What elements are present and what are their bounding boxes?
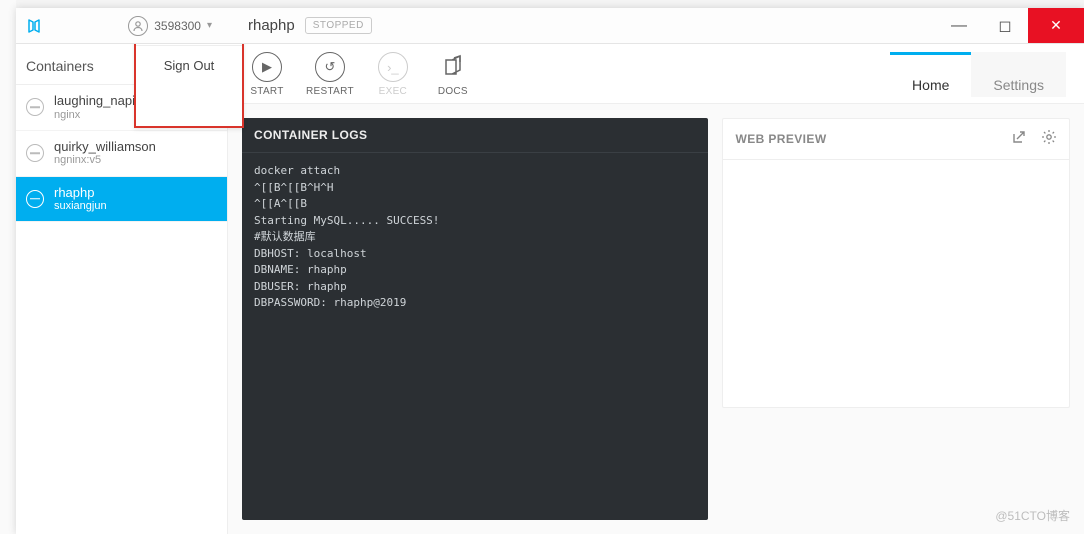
logs-panel: CONTAINER LOGS docker attach ^[[B^[[B^H^… <box>242 118 708 520</box>
sidebar: Sign Out Containers laughing_napier ngin… <box>16 44 228 534</box>
container-item-quirky-williamson[interactable]: quirky_williamson ngninx:v5 <box>16 131 227 177</box>
status-stopped-icon <box>26 98 44 116</box>
titlebar-left: 3598300 ▾ <box>16 8 228 43</box>
restart-label: RESTART <box>306 86 354 97</box>
app-window: 3598300 ▾ rhaphp STOPPED — ◻ ✕ Sign Out … <box>16 8 1084 534</box>
window-controls: — ◻ ✕ <box>936 8 1084 43</box>
web-preview-panel: WEB PREVIEW <box>722 118 1070 408</box>
container-item-rhaphp[interactable]: rhaphp suxiangjun <box>16 177 227 223</box>
user-icon <box>128 16 148 36</box>
chevron-down-icon: ▾ <box>207 20 212 31</box>
status-badge: STOPPED <box>305 17 372 34</box>
exec-button: ›_ EXEC <box>372 52 414 97</box>
container-name: quirky_williamson <box>54 139 156 155</box>
container-name: laughing_napier <box>54 93 147 109</box>
titlebar: 3598300 ▾ rhaphp STOPPED — ◻ ✕ <box>16 8 1084 44</box>
status-stopped-icon <box>26 190 44 208</box>
close-button[interactable]: ✕ <box>1028 8 1084 43</box>
account-menu[interactable]: 3598300 ▾ <box>120 12 220 40</box>
app-body: Sign Out Containers laughing_napier ngin… <box>16 44 1084 534</box>
exec-label: EXEC <box>379 86 407 97</box>
gear-icon[interactable] <box>1041 129 1057 149</box>
preview-header: WEB PREVIEW <box>723 119 1069 160</box>
signout-item[interactable]: Sign Out <box>136 46 242 85</box>
account-dropdown: Sign Out <box>134 44 244 128</box>
titlebar-mid: rhaphp STOPPED <box>228 8 936 43</box>
minimize-button[interactable]: — <box>936 8 982 43</box>
content-area: CONTAINER LOGS docker attach ^[[B^[[B^H^… <box>228 104 1084 534</box>
app-logo-icon <box>26 16 46 36</box>
docs-button[interactable]: DOCS <box>432 52 474 97</box>
logs-title: CONTAINER LOGS <box>242 118 708 153</box>
main-area: ▶ START ↺ RESTART ›_ EXEC DOCS <box>228 44 1084 534</box>
maximize-icon: ◻ <box>998 16 1011 36</box>
start-label: START <box>250 86 283 97</box>
container-list: laughing_napier nginx quirky_williamson … <box>16 85 227 534</box>
tab-settings[interactable]: Settings <box>971 52 1066 97</box>
restart-button[interactable]: ↺ RESTART <box>306 52 354 97</box>
minimize-icon: — <box>951 17 967 35</box>
tab-bar: Home Settings <box>890 52 1066 97</box>
restart-icon: ↺ <box>315 52 345 82</box>
logs-output[interactable]: docker attach ^[[B^[[B^H^H ^[[A^[[B Star… <box>242 153 708 520</box>
account-id: 3598300 <box>154 19 201 33</box>
watermark: @51CTO博客 <box>995 507 1070 524</box>
terminal-icon: ›_ <box>378 52 408 82</box>
container-title: rhaphp <box>248 17 295 34</box>
background-remnant <box>0 0 16 534</box>
toolbar: ▶ START ↺ RESTART ›_ EXEC DOCS <box>228 44 1084 104</box>
tab-home[interactable]: Home <box>890 52 971 97</box>
play-icon: ▶ <box>252 52 282 82</box>
open-external-icon[interactable] <box>1011 129 1027 149</box>
container-sub: suxiangjun <box>54 200 107 213</box>
preview-title: WEB PREVIEW <box>735 132 826 146</box>
container-sub: nginx <box>54 109 147 122</box>
status-stopped-icon <box>26 144 44 162</box>
external-link-icon <box>438 52 468 82</box>
container-name: rhaphp <box>54 185 107 201</box>
container-sub: ngninx:v5 <box>54 154 156 167</box>
start-button[interactable]: ▶ START <box>246 52 288 97</box>
close-icon: ✕ <box>1050 17 1062 34</box>
maximize-button[interactable]: ◻ <box>982 8 1028 43</box>
preview-actions <box>1011 129 1057 149</box>
docs-label: DOCS <box>438 86 468 97</box>
